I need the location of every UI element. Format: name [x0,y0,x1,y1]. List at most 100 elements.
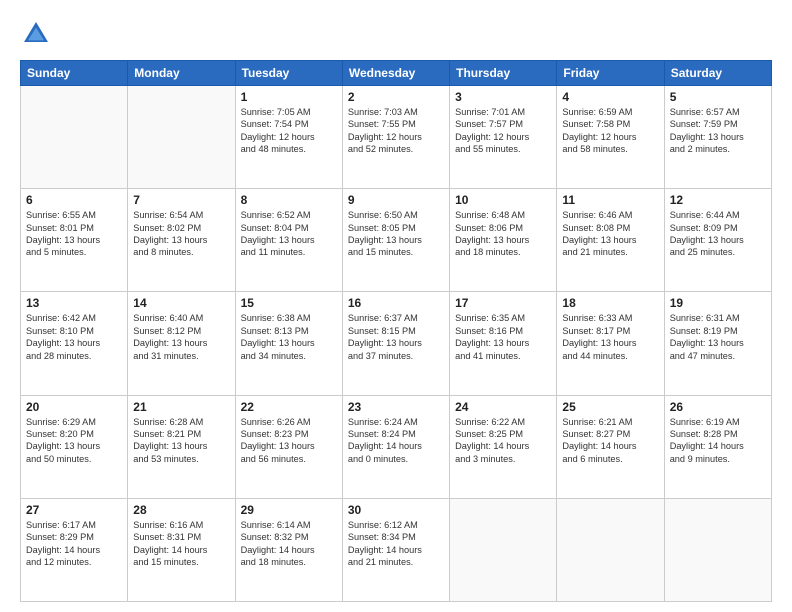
day-info: Sunrise: 6:19 AM Sunset: 8:28 PM Dayligh… [670,416,766,466]
day-info: Sunrise: 6:57 AM Sunset: 7:59 PM Dayligh… [670,106,766,156]
day-number: 21 [133,400,229,414]
day-number: 26 [670,400,766,414]
day-info: Sunrise: 6:42 AM Sunset: 8:10 PM Dayligh… [26,312,122,362]
col-header-thursday: Thursday [450,61,557,86]
col-header-wednesday: Wednesday [342,61,449,86]
day-number: 6 [26,193,122,207]
calendar-cell: 15 Sunrise: 6:38 AM Sunset: 8:13 PM Dayli… [235,292,342,395]
calendar-cell: 7Sunrise: 6:54 AM Sunset: 8:02 PM Daylig… [128,189,235,292]
day-number: 18 [562,296,658,310]
calendar-cell: 14 Sunrise: 6:40 AM Sunset: 8:12 PM Dayli… [128,292,235,395]
calendar-cell [450,498,557,601]
day-info: Sunrise: 6:22 AM Sunset: 8:25 PM Dayligh… [455,416,551,466]
calendar-cell: 2 Sunrise: 7:03 AM Sunset: 7:55 PM Daylig… [342,86,449,189]
calendar-cell: 25 Sunrise: 6:21 AM Sunset: 8:27 PM Dayli… [557,395,664,498]
day-number: 3 [455,90,551,104]
calendar-cell [21,86,128,189]
day-number: 4 [562,90,658,104]
day-info: Sunrise: 6:16 AM Sunset: 8:31 PM Dayligh… [133,519,229,569]
day-info: Sunrise: 6:31 AM Sunset: 8:19 PM Dayligh… [670,312,766,362]
day-number: 1 [241,90,337,104]
day-number: 10 [455,193,551,207]
calendar-cell: 13 Sunrise: 6:42 AM Sunset: 8:10 PM Dayli… [21,292,128,395]
day-number: 22 [241,400,337,414]
calendar-cell [664,498,771,601]
day-number: 19 [670,296,766,310]
day-number: 30 [348,503,444,517]
calendar-cell: 8Sunrise: 6:52 AM Sunset: 8:04 PM Daylig… [235,189,342,292]
day-info: Sunrise: 6:38 AM Sunset: 8:13 PM Dayligh… [241,312,337,362]
day-info: Sunrise: 6:26 AM Sunset: 8:23 PM Dayligh… [241,416,337,466]
day-number: 27 [26,503,122,517]
col-header-tuesday: Tuesday [235,61,342,86]
day-number: 20 [26,400,122,414]
calendar-cell: 28 Sunrise: 6:16 AM Sunset: 8:31 PM Dayli… [128,498,235,601]
day-info: Sunrise: 6:44 AM Sunset: 8:09 PM Dayligh… [670,209,766,259]
day-info: Sunrise: 7:03 AM Sunset: 7:55 PM Dayligh… [348,106,444,156]
calendar-cell: 21Sunrise: 6:28 AM Sunset: 8:21 PM Dayli… [128,395,235,498]
calendar-cell: 6 Sunrise: 6:55 AM Sunset: 8:01 PM Daylig… [21,189,128,292]
day-number: 2 [348,90,444,104]
day-number: 8 [241,193,337,207]
day-info: Sunrise: 6:12 AM Sunset: 8:34 PM Dayligh… [348,519,444,569]
calendar-cell [557,498,664,601]
calendar-week-4: 27Sunrise: 6:17 AM Sunset: 8:29 PM Dayli… [21,498,772,601]
calendar-cell: 30 Sunrise: 6:12 AM Sunset: 8:34 PM Dayli… [342,498,449,601]
calendar-cell: 19 Sunrise: 6:31 AM Sunset: 8:19 PM Dayli… [664,292,771,395]
day-number: 15 [241,296,337,310]
calendar-cell: 22 Sunrise: 6:26 AM Sunset: 8:23 PM Dayli… [235,395,342,498]
day-info: Sunrise: 7:01 AM Sunset: 7:57 PM Dayligh… [455,106,551,156]
calendar-cell: 27Sunrise: 6:17 AM Sunset: 8:29 PM Dayli… [21,498,128,601]
day-number: 23 [348,400,444,414]
calendar-cell: 29 Sunrise: 6:14 AM Sunset: 8:32 PM Dayli… [235,498,342,601]
day-info: Sunrise: 6:48 AM Sunset: 8:06 PM Dayligh… [455,209,551,259]
day-info: Sunrise: 6:21 AM Sunset: 8:27 PM Dayligh… [562,416,658,466]
day-info: Sunrise: 6:14 AM Sunset: 8:32 PM Dayligh… [241,519,337,569]
day-number: 11 [562,193,658,207]
day-number: 28 [133,503,229,517]
day-info: Sunrise: 6:35 AM Sunset: 8:16 PM Dayligh… [455,312,551,362]
calendar-cell: 23 Sunrise: 6:24 AM Sunset: 8:24 PM Dayli… [342,395,449,498]
calendar-week-0: 1 Sunrise: 7:05 AM Sunset: 7:54 PM Daylig… [21,86,772,189]
day-info: Sunrise: 7:05 AM Sunset: 7:54 PM Dayligh… [241,106,337,156]
page: SundayMondayTuesdayWednesdayThursdayFrid… [0,0,792,612]
day-number: 7 [133,193,229,207]
day-number: 17 [455,296,551,310]
col-header-monday: Monday [128,61,235,86]
day-number: 14 [133,296,229,310]
day-number: 9 [348,193,444,207]
day-number: 24 [455,400,551,414]
day-number: 13 [26,296,122,310]
calendar-week-2: 13 Sunrise: 6:42 AM Sunset: 8:10 PM Dayli… [21,292,772,395]
col-header-sunday: Sunday [21,61,128,86]
calendar-cell: 1 Sunrise: 7:05 AM Sunset: 7:54 PM Daylig… [235,86,342,189]
calendar-cell: 17 Sunrise: 6:35 AM Sunset: 8:16 PM Dayli… [450,292,557,395]
calendar-cell: 9Sunrise: 6:50 AM Sunset: 8:05 PM Daylig… [342,189,449,292]
day-info: Sunrise: 6:24 AM Sunset: 8:24 PM Dayligh… [348,416,444,466]
header [20,18,772,50]
calendar-week-1: 6 Sunrise: 6:55 AM Sunset: 8:01 PM Daylig… [21,189,772,292]
day-info: Sunrise: 6:46 AM Sunset: 8:08 PM Dayligh… [562,209,658,259]
calendar-cell: 3 Sunrise: 7:01 AM Sunset: 7:57 PM Daylig… [450,86,557,189]
logo [20,18,56,50]
calendar-cell [128,86,235,189]
calendar-cell: 24 Sunrise: 6:22 AM Sunset: 8:25 PM Dayli… [450,395,557,498]
day-number: 29 [241,503,337,517]
calendar-cell: 18Sunrise: 6:33 AM Sunset: 8:17 PM Dayli… [557,292,664,395]
day-info: Sunrise: 6:55 AM Sunset: 8:01 PM Dayligh… [26,209,122,259]
day-info: Sunrise: 6:29 AM Sunset: 8:20 PM Dayligh… [26,416,122,466]
calendar-cell: 11 Sunrise: 6:46 AM Sunset: 8:08 PM Dayli… [557,189,664,292]
calendar-cell: 26 Sunrise: 6:19 AM Sunset: 8:28 PM Dayli… [664,395,771,498]
day-info: Sunrise: 6:59 AM Sunset: 7:58 PM Dayligh… [562,106,658,156]
calendar-cell: 4 Sunrise: 6:59 AM Sunset: 7:58 PM Daylig… [557,86,664,189]
calendar-cell: 5 Sunrise: 6:57 AM Sunset: 7:59 PM Daylig… [664,86,771,189]
logo-icon [20,18,52,50]
calendar-cell: 20 Sunrise: 6:29 AM Sunset: 8:20 PM Dayli… [21,395,128,498]
day-number: 12 [670,193,766,207]
day-info: Sunrise: 6:40 AM Sunset: 8:12 PM Dayligh… [133,312,229,362]
col-header-friday: Friday [557,61,664,86]
col-header-saturday: Saturday [664,61,771,86]
day-number: 25 [562,400,658,414]
day-number: 5 [670,90,766,104]
calendar-header-row: SundayMondayTuesdayWednesdayThursdayFrid… [21,61,772,86]
